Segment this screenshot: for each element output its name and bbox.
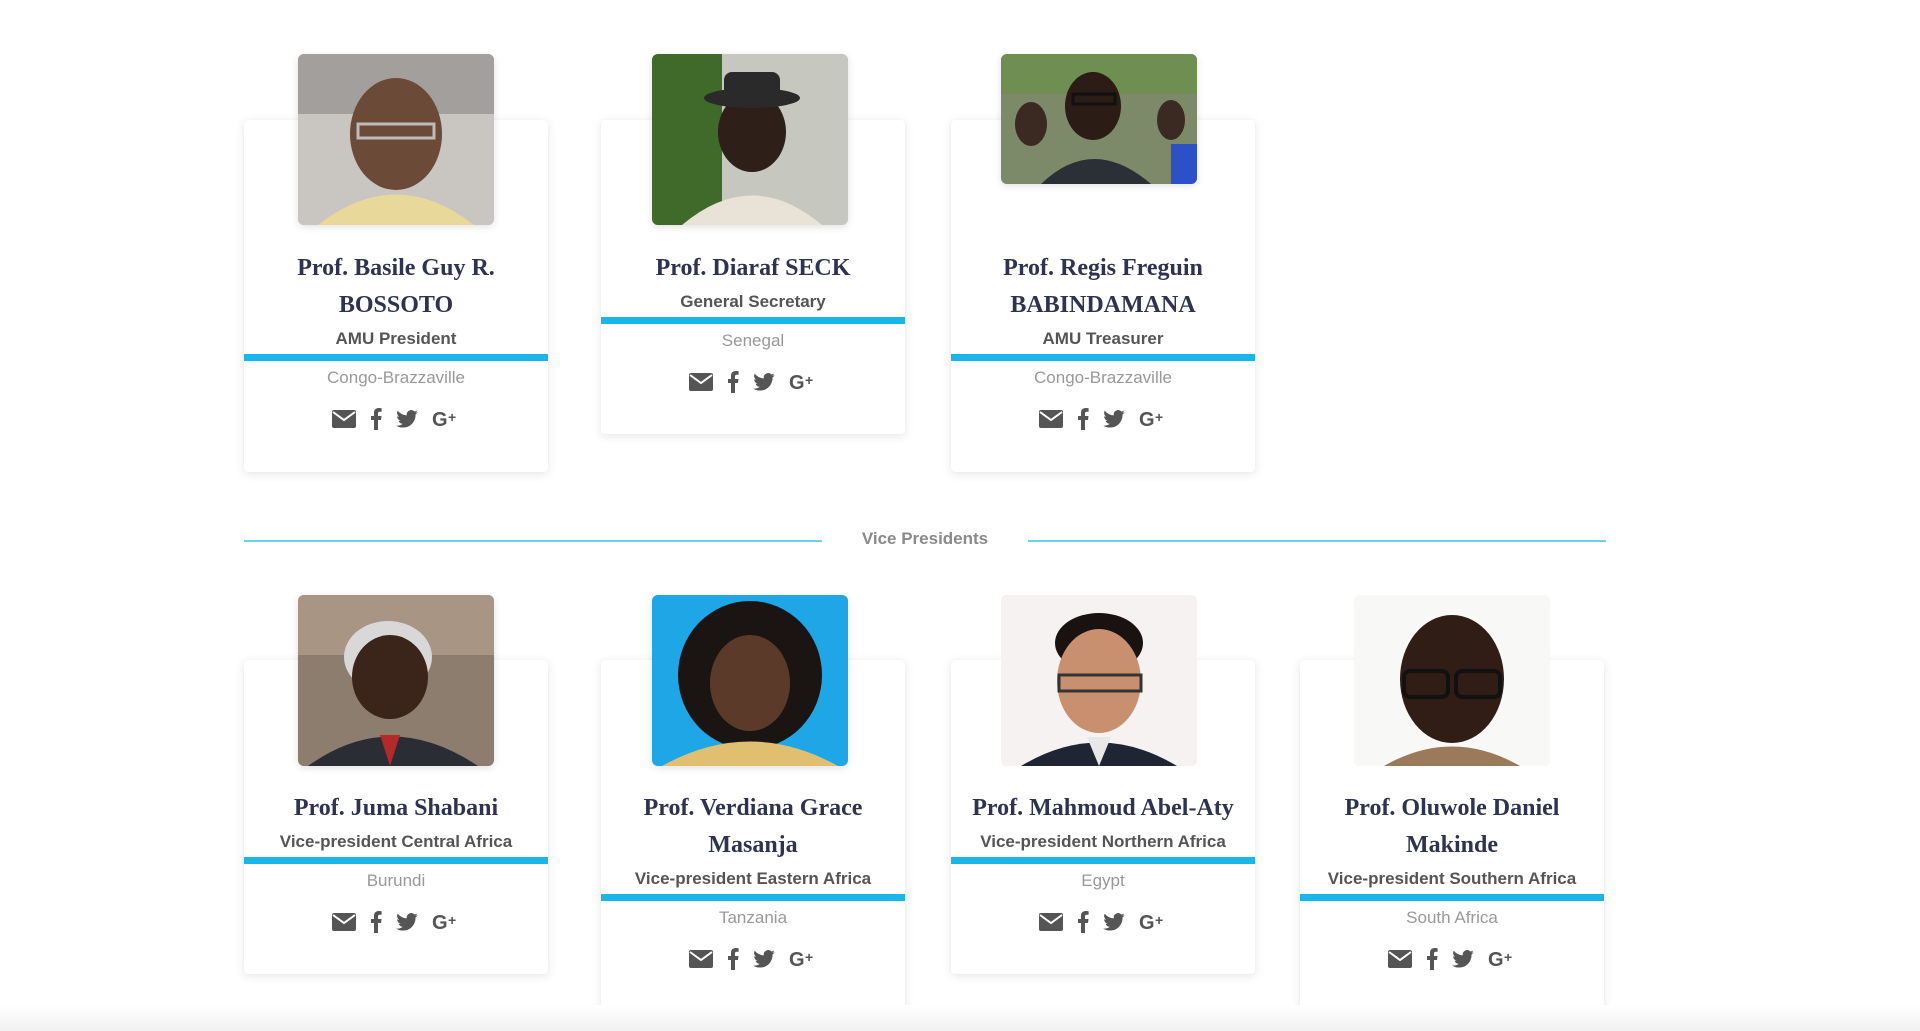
member-role: AMU President [335, 329, 457, 348]
envelope-icon[interactable] [689, 950, 713, 968]
member-info: Prof. Mahmoud Abel-Aty Vice-president No… [951, 790, 1255, 935]
member-role: Vice-president Southern Africa [1327, 869, 1577, 888]
facebook-icon[interactable] [1077, 911, 1089, 933]
twitter-icon[interactable] [1103, 913, 1125, 931]
member-info: Prof. Basile Guy R. BOSSOTO AMU Presiden… [244, 250, 548, 432]
member-photo [298, 595, 494, 766]
bottom-fade [0, 1005, 1920, 1031]
member-country: South Africa [1406, 908, 1498, 927]
svg-text:+: + [1155, 912, 1163, 928]
member-name: Prof. Oluwole Daniel Makinde [1344, 795, 1560, 858]
svg-text:G: G [789, 949, 805, 969]
member-country: Egypt [1081, 871, 1125, 890]
member-info: Prof. Juma Shabani Vice-president Centra… [244, 790, 548, 935]
svg-text:+: + [448, 409, 456, 425]
twitter-icon[interactable] [753, 950, 775, 968]
google-plus-icon[interactable]: G + [432, 912, 460, 932]
member-card-babindamana: Prof. Regis Freguin BABINDAMANA AMU Trea… [951, 0, 1255, 480]
social-links: G + [601, 369, 905, 395]
accent-bar [951, 857, 1255, 864]
member-photo [298, 54, 494, 225]
twitter-icon[interactable] [396, 913, 418, 931]
member-card-abel-aty: Prof. Mahmoud Abel-Aty Vice-president No… [951, 540, 1255, 1020]
member-card-bossoto: Prof. Basile Guy R. BOSSOTO AMU Presiden… [244, 0, 548, 480]
member-role: Vice-president Central Africa [279, 832, 513, 851]
envelope-icon[interactable] [1039, 410, 1063, 428]
member-role: Vice-president Eastern Africa [634, 869, 872, 888]
social-links: G + [1300, 946, 1604, 972]
member-name: Prof. Mahmoud Abel-Aty [972, 795, 1234, 821]
social-links: G + [244, 909, 548, 935]
twitter-icon[interactable] [1452, 950, 1474, 968]
google-plus-icon[interactable]: G + [789, 372, 817, 392]
member-info: Prof. Regis Freguin BABINDAMANA AMU Trea… [951, 250, 1255, 432]
envelope-icon[interactable] [1039, 913, 1063, 931]
google-plus-icon[interactable]: G + [432, 409, 460, 429]
member-name: Prof. Juma Shabani [293, 795, 499, 821]
twitter-icon[interactable] [753, 373, 775, 391]
accent-bar [244, 354, 548, 361]
svg-text:+: + [805, 372, 813, 388]
facebook-icon[interactable] [370, 911, 382, 933]
member-country: Congo-Brazzaville [327, 368, 465, 387]
accent-bar [601, 317, 905, 324]
svg-text:G: G [789, 372, 805, 392]
member-photo [652, 54, 848, 225]
svg-text:G: G [432, 912, 448, 932]
social-links: G + [951, 406, 1255, 432]
svg-text:G: G [1139, 912, 1155, 932]
member-photo [1001, 595, 1197, 766]
facebook-icon[interactable] [1077, 408, 1089, 430]
member-role: General Secretary [680, 292, 826, 311]
member-role: AMU Treasurer [1042, 329, 1164, 348]
google-plus-icon[interactable]: G + [1488, 949, 1516, 969]
svg-text:+: + [448, 912, 456, 928]
member-card-seck: Prof. Diaraf SECK General Secretary Sene… [601, 0, 905, 480]
member-photo [1354, 595, 1550, 766]
facebook-icon[interactable] [727, 948, 739, 970]
svg-text:+: + [805, 949, 813, 965]
member-info: Prof. Oluwole Daniel Makinde Vice-presid… [1300, 790, 1604, 972]
google-plus-icon[interactable]: G + [1139, 409, 1167, 429]
accent-bar [1300, 894, 1604, 901]
svg-text:G: G [1488, 949, 1504, 969]
member-card-shabani: Prof. Juma Shabani Vice-president Centra… [244, 540, 548, 1020]
envelope-icon[interactable] [332, 913, 356, 931]
member-card-makinde: Prof. Oluwole Daniel Makinde Vice-presid… [1300, 540, 1604, 1020]
member-name: Prof. Basile Guy R. BOSSOTO [297, 255, 495, 318]
twitter-icon[interactable] [396, 410, 418, 428]
member-photo [1001, 54, 1197, 184]
social-links: G + [244, 406, 548, 432]
member-card-masanja: Prof. Verdiana Grace Masanja Vice-presid… [601, 540, 905, 1020]
accent-bar [951, 354, 1255, 361]
facebook-icon[interactable] [370, 408, 382, 430]
accent-bar [601, 894, 905, 901]
svg-text:+: + [1155, 409, 1163, 425]
google-plus-icon[interactable]: G + [1139, 912, 1167, 932]
google-plus-icon[interactable]: G + [789, 949, 817, 969]
facebook-icon[interactable] [1426, 948, 1438, 970]
svg-text:G: G [1139, 409, 1155, 429]
svg-text:+: + [1504, 949, 1512, 965]
social-links: G + [951, 909, 1255, 935]
social-links: G + [601, 946, 905, 972]
envelope-icon[interactable] [689, 373, 713, 391]
member-name: Prof. Diaraf SECK [655, 255, 851, 281]
member-photo [652, 595, 848, 766]
member-country: Tanzania [718, 908, 788, 927]
envelope-icon[interactable] [332, 410, 356, 428]
member-country: Burundi [366, 871, 426, 890]
member-role: Vice-president Northern Africa [980, 832, 1226, 851]
accent-bar [244, 857, 548, 864]
svg-text:G: G [432, 409, 448, 429]
facebook-icon[interactable] [727, 371, 739, 393]
member-name: Prof. Verdiana Grace Masanja [643, 795, 863, 858]
member-name: Prof. Regis Freguin BABINDAMANA [1003, 255, 1203, 318]
member-country: Congo-Brazzaville [1034, 368, 1172, 387]
envelope-icon[interactable] [1388, 950, 1412, 968]
twitter-icon[interactable] [1103, 410, 1125, 428]
member-info: Prof. Diaraf SECK General Secretary Sene… [601, 250, 905, 395]
member-info: Prof. Verdiana Grace Masanja Vice-presid… [601, 790, 905, 972]
member-country: Senegal [721, 331, 785, 350]
